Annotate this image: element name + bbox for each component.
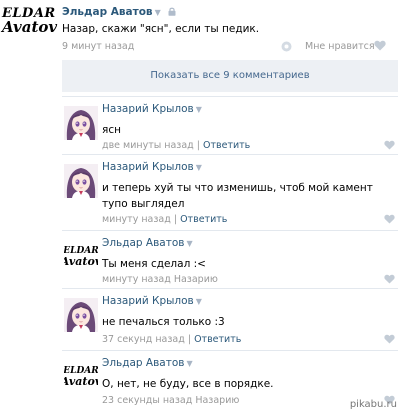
reply-link[interactable]: Ответить	[180, 214, 227, 225]
avatar-logo-line2: Avatov	[2, 18, 58, 37]
reply-link[interactable]: Ответить	[194, 334, 241, 345]
commenter-avatar[interactable]	[64, 298, 98, 332]
chevron-down-icon[interactable]: ▼	[155, 8, 161, 17]
post-text: Назар, скажи "ясн", если ты педик.	[62, 23, 260, 35]
comment: ELDAR Avatov Эльдар Аватов▼ Ты меня сдел…	[62, 230, 398, 288]
comment-timestamp[interactable]: минуту назад	[102, 214, 171, 225]
comment-author[interactable]: Назарий Крылов ▼	[102, 295, 202, 307]
comment: ELDAR Avatov Эльдар Аватов▼ О, нет, не б…	[62, 350, 398, 412]
heart-icon[interactable]	[374, 40, 386, 51]
comment-author-label: Назарий Крылов	[102, 161, 194, 173]
comment-text: О, нет, не буду, все в порядке.	[102, 378, 274, 390]
heart-icon[interactable]	[384, 334, 395, 344]
comment-timestamp[interactable]: 37 секунд назад	[102, 334, 185, 345]
comment-author[interactable]: Назарий Крылов ▼	[102, 161, 202, 173]
post-author-name[interactable]: Эльдар Аватов ▼	[62, 6, 176, 18]
wall-post: ELDAR Avatov Эльдар Аватов ▼ Назар, скажи…	[0, 0, 401, 56]
comment-author[interactable]: Эльдар Аватов ▼	[102, 237, 193, 249]
svg-text:Avatov: Avatov	[64, 375, 98, 388]
views-icon	[281, 41, 292, 52]
eldar-logo-icon: ELDAR Avatov	[64, 246, 98, 268]
comment-timestamp[interactable]: две минуты назад	[102, 140, 194, 151]
commenter-avatar[interactable]: ELDAR Avatov	[64, 239, 98, 273]
reply-link[interactable]: Ответить	[203, 140, 250, 151]
comment-meta: две минуты назад | Ответить	[102, 140, 251, 151]
comment-text: ясн	[102, 124, 121, 136]
comment: Назарий Крылов ▼ ясн две минуты назад | О…	[62, 96, 398, 154]
post-timestamp[interactable]: 9 минут назад	[62, 41, 134, 52]
commenter-avatar[interactable]	[64, 164, 98, 198]
like-label[interactable]: Мне нравится	[305, 41, 375, 52]
comment: Назарий Крылов ▼ и теперь хуй ты что изме…	[62, 154, 398, 230]
comment-text: и теперь хуй ты что изменишь, чтоб мой к…	[102, 182, 373, 210]
lock-icon	[168, 7, 176, 16]
comment-meta: минуту назад | Ответить	[102, 214, 228, 225]
comment-meta: 23 секунды назад Назарию	[102, 395, 239, 406]
comment-meta: минуту назад Назарию	[102, 274, 218, 285]
chevron-down-icon[interactable]: ▼	[186, 359, 192, 368]
heart-icon[interactable]	[384, 214, 395, 224]
comment: Назарий Крылов ▼ не печалься только :3 37…	[62, 288, 398, 350]
comment-author[interactable]: Назарий Крылов ▼	[102, 103, 202, 115]
svg-text:Avatov: Avatov	[64, 255, 98, 268]
comment-author-label: Назарий Крылов	[102, 103, 194, 115]
show-all-comments-button[interactable]: Показать все 9 комментариев	[62, 60, 398, 92]
heart-icon[interactable]	[384, 140, 395, 150]
comment-timestamp[interactable]: 23 секунды назад Назарию	[102, 395, 239, 406]
commenter-avatar[interactable]	[64, 106, 98, 140]
comment-author-label: Эльдар Аватов	[102, 237, 185, 249]
comment-meta: 37 секунд назад | Ответить	[102, 334, 242, 345]
chevron-down-icon[interactable]: ▼	[196, 105, 202, 114]
watermark: pikabu.ru	[349, 399, 397, 410]
post-author-avatar[interactable]: ELDAR Avatov	[2, 7, 58, 48]
eldar-logo-icon: ELDAR Avatov	[64, 366, 98, 388]
heart-icon[interactable]	[384, 274, 395, 284]
comment-author-label: Эльдар Аватов	[102, 357, 185, 369]
comment-text: Ты меня сделал :<	[102, 258, 206, 270]
chevron-down-icon[interactable]: ▼	[196, 297, 202, 306]
chevron-down-icon[interactable]: ▼	[196, 163, 202, 172]
comment-text: не печалься только :3	[102, 316, 225, 328]
commenter-avatar[interactable]: ELDAR Avatov	[64, 359, 98, 393]
chevron-down-icon[interactable]: ▼	[186, 239, 192, 248]
comment-timestamp[interactable]: минуту назад Назарию	[102, 274, 218, 285]
comment-author-label: Назарий Крылов	[102, 295, 194, 307]
post-author-label: Эльдар Аватов	[62, 6, 153, 18]
comment-author[interactable]: Эльдар Аватов ▼	[102, 357, 193, 369]
